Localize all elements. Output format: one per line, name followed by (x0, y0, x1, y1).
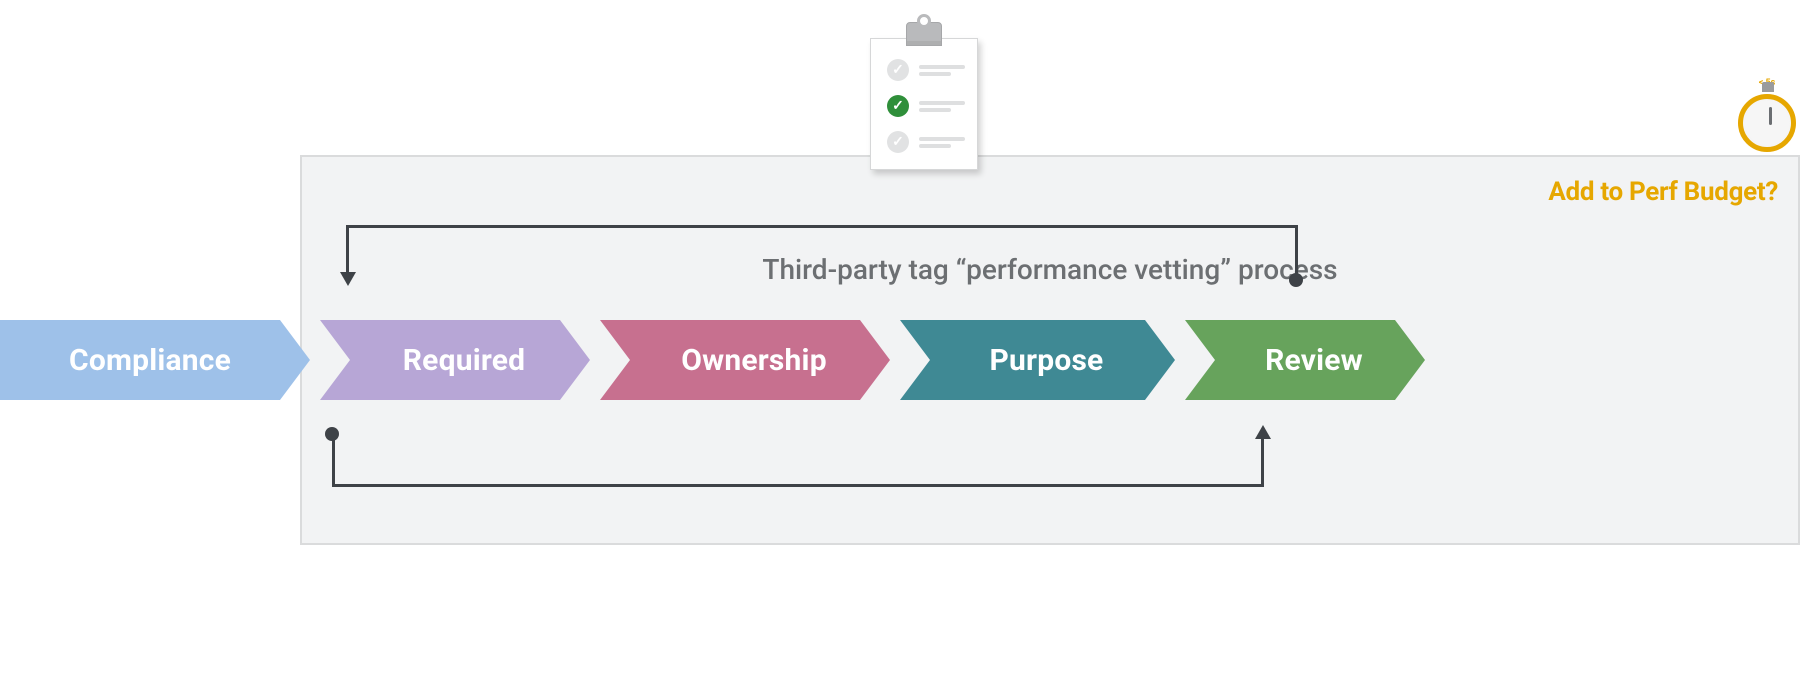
step-label: Compliance (69, 343, 241, 378)
clipboard-bars (919, 62, 965, 79)
process-steps: Compliance Required Ownership Purpose Re… (0, 320, 1800, 400)
loop-top-right-vert (1295, 225, 1298, 280)
clipboard-row: ✓ (887, 57, 965, 83)
clipboard-sheet: ✓ ✓ ✓ (870, 38, 978, 170)
step-required: Required (320, 320, 590, 400)
clipboard-icon: ✓ ✓ ✓ (864, 18, 984, 173)
clipboard-row: ✓ (887, 93, 965, 119)
check-on-icon: ✓ (887, 95, 909, 117)
panel-title: Third-party tag “performance vetting” pr… (302, 253, 1798, 286)
step-label: Required (375, 343, 535, 378)
clipboard-ring (917, 14, 931, 28)
step-label: Purpose (962, 343, 1114, 378)
step-compliance: Compliance (0, 320, 310, 400)
loop-top-arrowhead (340, 272, 356, 286)
stopwatch-face (1738, 94, 1796, 152)
loop-bottom-right-vert (1261, 437, 1264, 487)
step-review: Review (1185, 320, 1425, 400)
loop-top-line (346, 225, 1298, 228)
step-label: Review (1237, 343, 1373, 378)
check-off-icon: ✓ (887, 131, 909, 153)
check-off-icon: ✓ (887, 59, 909, 81)
loop-top-dot (1289, 273, 1303, 287)
clipboard-bars (919, 98, 965, 115)
clipboard-bars (919, 134, 965, 151)
loop-top-left-vert (346, 225, 349, 275)
perf-budget-label: Add to Perf Budget? (1548, 177, 1778, 207)
loop-bottom-line (332, 484, 1264, 487)
loop-bottom-dot (325, 427, 339, 441)
step-label: Ownership (653, 343, 837, 378)
stopwatch-icon: < 5s (1738, 82, 1800, 152)
loop-bottom-arrowhead (1255, 425, 1271, 439)
clipboard-row: ✓ (887, 129, 965, 155)
stopwatch-button (1762, 82, 1774, 92)
step-purpose: Purpose (900, 320, 1175, 400)
step-ownership: Ownership (600, 320, 890, 400)
